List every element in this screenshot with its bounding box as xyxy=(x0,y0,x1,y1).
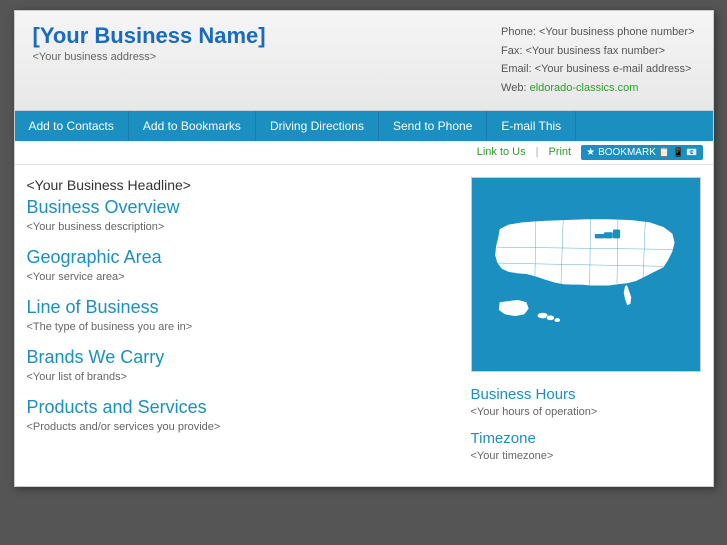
section-brands: Brands We Carry <Your list of brands> xyxy=(27,347,456,383)
business-name: [Your Business Name] xyxy=(33,23,266,49)
header-contact-info: Phone: <Your business phone number> Fax:… xyxy=(501,23,694,98)
bookmark-icon: ★ xyxy=(586,147,595,158)
section-products: Products and Services <Products and/or s… xyxy=(27,397,456,433)
bookmark-icons: 📋 📱 📧 xyxy=(659,147,698,158)
navbar: Add to Contacts Add to Bookmarks Driving… xyxy=(15,111,713,141)
phone-info: Phone: <Your business phone number> xyxy=(501,23,694,42)
bookmark-button[interactable]: ★ BOOKMARK 📋 📱 📧 xyxy=(581,145,702,160)
section-business-hours: Business Hours <Your hours of operation> xyxy=(471,386,701,418)
content-right: Business Hours <Your hours of operation>… xyxy=(471,177,701,474)
right-title-hours: Business Hours xyxy=(471,386,701,403)
section-desc-brands: <Your list of brands> xyxy=(27,371,456,383)
section-desc-lob: <The type of business you are in> xyxy=(27,321,456,333)
section-desc-products: <Products and/or services you provide> xyxy=(27,421,456,433)
email-info: Email: <Your business e-mail address> xyxy=(501,60,694,79)
nav-add-to-bookmarks[interactable]: Add to Bookmarks xyxy=(129,111,256,141)
separator: | xyxy=(536,146,539,158)
section-title-products: Products and Services xyxy=(27,397,456,418)
section-title-lob: Line of Business xyxy=(27,297,456,318)
right-desc-timezone: <Your timezone> xyxy=(471,450,701,462)
web-link[interactable]: eldorado-classics.com xyxy=(530,82,639,94)
nav-email-this[interactable]: E-mail This xyxy=(487,111,576,141)
header-left: [Your Business Name] <Your business addr… xyxy=(33,23,266,63)
nav-add-to-contacts[interactable]: Add to Contacts xyxy=(15,111,129,141)
section-timezone: Timezone <Your timezone> xyxy=(471,430,701,462)
section-geographic-area: Geographic Area <Your service area> xyxy=(27,247,456,283)
web-info: Web: eldorado-classics.com xyxy=(501,79,694,98)
bookmark-label: BOOKMARK xyxy=(598,147,656,158)
link-to-us[interactable]: Link to Us xyxy=(477,146,526,158)
usa-map-svg xyxy=(472,178,700,371)
business-headline: <Your Business Headline> xyxy=(27,177,456,193)
utility-bar: Link to Us | Print ★ BOOKMARK 📋 📱 📧 xyxy=(15,141,713,165)
nav-driving-directions[interactable]: Driving Directions xyxy=(256,111,379,141)
section-title-geo: Geographic Area xyxy=(27,247,456,268)
header: [Your Business Name] <Your business addr… xyxy=(15,11,713,111)
page-wrapper: [Your Business Name] <Your business addr… xyxy=(14,10,714,487)
nav-send-to-phone[interactable]: Send to Phone xyxy=(379,111,487,141)
right-desc-hours: <Your hours of operation> xyxy=(471,406,701,418)
section-title-brands: Brands We Carry xyxy=(27,347,456,368)
print-link[interactable]: Print xyxy=(548,146,571,158)
section-business-overview: Business Overview <Your business descrip… xyxy=(27,197,456,233)
section-desc-geo: <Your service area> xyxy=(27,271,456,283)
section-desc-overview: <Your business description> xyxy=(27,221,456,233)
section-line-of-business: Line of Business <The type of business y… xyxy=(27,297,456,333)
business-address: <Your business address> xyxy=(33,51,266,63)
main-content: <Your Business Headline> Business Overvi… xyxy=(15,165,713,486)
web-label: Web: xyxy=(501,82,526,94)
right-title-timezone: Timezone xyxy=(471,430,701,447)
content-left: <Your Business Headline> Business Overvi… xyxy=(27,177,456,474)
fax-info: Fax: <Your business fax number> xyxy=(501,42,694,61)
usa-map xyxy=(471,177,701,372)
section-title-overview: Business Overview xyxy=(27,197,456,218)
